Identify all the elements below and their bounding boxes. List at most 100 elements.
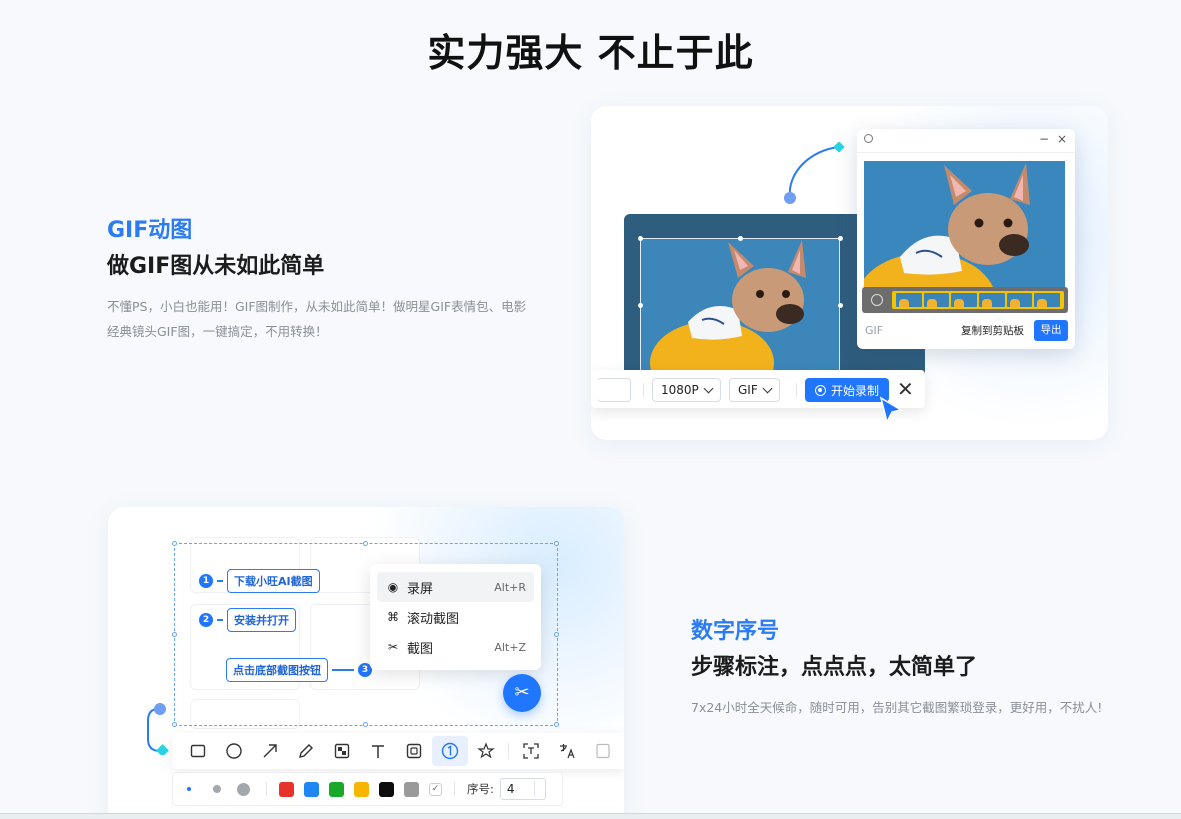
arrow-icon[interactable]: [252, 736, 288, 766]
record-icon: [814, 384, 826, 396]
frame-thumbnail: [923, 293, 950, 307]
screenshot-fab-button[interactable]: ✂: [503, 674, 541, 712]
format-dropdown[interactable]: GIF: [729, 378, 780, 402]
frame-strip: [892, 291, 1064, 309]
color-swatch-green[interactable]: [329, 781, 344, 797]
numbering-feature-text: 数字序号 步骤标注，点点点，太简单了 7x24小时全天候命，随时可用，告别其它截…: [691, 613, 1111, 720]
start-recording-button[interactable]: 开始录制: [805, 378, 889, 402]
more-icon[interactable]: [585, 736, 621, 766]
gif-frame-timeline[interactable]: [862, 287, 1068, 313]
gif-format-label: GIF: [865, 324, 884, 337]
gif-preview-window: − × GIF 复制到剪贴板 导出: [857, 129, 1075, 349]
bottom-edge: [0, 813, 1181, 819]
chevron-down-icon: [703, 383, 714, 393]
step-label: 点击底部截图按钮: [226, 658, 328, 682]
menu-item-label: 截图: [407, 641, 434, 657]
toolbar-divider: [508, 743, 509, 759]
recording-toolbar: 1080P GIF 开始录制 ✕: [591, 370, 925, 408]
capture-selection[interactable]: [638, 236, 843, 374]
text-icon[interactable]: [360, 736, 396, 766]
toolbar-divider: [266, 782, 267, 796]
pen-icon[interactable]: [288, 736, 324, 766]
frame-thumbnail: [896, 293, 922, 307]
number-icon[interactable]: [432, 736, 468, 766]
numbering-feature-accent-title: 数字序号: [691, 619, 780, 644]
annotation-toolbar: [172, 733, 624, 769]
menu-item-screenshot[interactable]: ✂ 截图 Alt+Z: [377, 632, 534, 662]
menu-item-scroll-capture[interactable]: ⌘ 滚动截图: [377, 602, 534, 632]
menu-item-record-screen[interactable]: ◉ 录屏 Alt+R: [377, 572, 534, 602]
toolbar-divider: [643, 383, 644, 397]
step-connector: [217, 580, 223, 582]
frame-thumbnail: [979, 293, 1005, 307]
mosaic-icon[interactable]: [324, 736, 360, 766]
gif-demo-card: 1080P GIF 开始录制 ✕ − × GIF 复制到剪贴板 导出: [591, 106, 1108, 440]
export-button[interactable]: 导出: [1034, 320, 1068, 341]
color-swatch-red[interactable]: [279, 781, 294, 797]
gif-feature-headline: 做GIF图从未如此简单: [107, 254, 325, 279]
gif-feature-description: 不懂PS，小白也能用！GIF图制作，从未如此简单！做明星GIF表情包、电影经典镜…: [107, 299, 527, 339]
step-label: 安装并打开: [227, 608, 296, 632]
menu-shortcut: Alt+R: [494, 580, 526, 594]
start-recording-label: 开始录制: [830, 383, 879, 398]
chevron-down-icon: [762, 383, 773, 393]
connector-curve: [147, 703, 169, 755]
frame-thumbnail: [951, 293, 978, 307]
ellipse-icon[interactable]: [216, 736, 252, 766]
resolution-dropdown[interactable]: 1080P: [652, 378, 721, 402]
minimize-icon[interactable]: −: [1039, 132, 1049, 146]
settings-icon[interactable]: [864, 134, 873, 143]
toolbar-divider: [796, 383, 797, 397]
menu-item-label: 录屏: [407, 581, 434, 597]
page-title: 实力强大 不止于此: [427, 31, 754, 75]
sequence-label: 序号:: [467, 782, 494, 796]
stroke-size-large[interactable]: [237, 782, 250, 796]
rectangle-icon[interactable]: [180, 736, 216, 766]
color-swatch-yellow[interactable]: [354, 781, 369, 797]
color-swatch-black[interactable]: [379, 781, 394, 797]
close-icon[interactable]: ×: [1057, 132, 1067, 146]
step-annotation-1[interactable]: 1 下载小旺AI截图: [199, 569, 320, 593]
numbering-demo-card: 1 下载小旺AI截图 2 安装并打开 点击底部截图按钮 3 ◉ 录屏 Alt+R…: [108, 507, 624, 819]
translate-icon[interactable]: [549, 736, 585, 766]
resolution-value: 1080P: [661, 383, 699, 397]
step-number-badge: 1: [199, 574, 213, 588]
sequence-number-input[interactable]: 4: [499, 778, 546, 800]
gif-feature-text: GIF动图 做GIF图从未如此简单 不懂PS，小白也能用！GIF图制作，从未如此…: [107, 212, 527, 344]
gif-window-titlebar: − ×: [857, 129, 1075, 153]
ocr-icon[interactable]: [513, 736, 549, 766]
frame-thumbnail: [1034, 293, 1061, 307]
format-value: GIF: [738, 383, 758, 397]
step-label: 下载小旺AI截图: [227, 569, 320, 593]
step-annotation-2[interactable]: 2 安装并打开: [199, 608, 296, 632]
pause-icon[interactable]: [871, 294, 883, 306]
style-options-bar: ✓ 序号: 4: [172, 772, 563, 806]
capture-context-menu: ◉ 录屏 Alt+R ⌘ 滚动截图 ✂ 截图 Alt+Z: [370, 564, 541, 670]
numbering-feature-description: 7x24小时全天候命，随时可用，告别其它截图繁琐登录，更好用，不扰人!: [691, 700, 1103, 715]
menu-shortcut: Alt+Z: [494, 640, 526, 654]
toolbar-divider: [454, 782, 455, 796]
step-annotation-3[interactable]: 点击底部截图按钮 3: [226, 658, 372, 682]
stroke-size-small[interactable]: [187, 787, 191, 791]
scissors-icon: ✂: [514, 682, 530, 703]
toolbar-stub: [597, 378, 631, 402]
frame-thumbnail: [1006, 293, 1033, 307]
gif-feature-accent-title: GIF动图: [107, 218, 193, 243]
color-swatch-blue[interactable]: [304, 781, 319, 797]
checkbox-icon[interactable]: ✓: [429, 782, 442, 796]
menu-item-label: 滚动截图: [407, 611, 460, 627]
connector-curve: [784, 142, 845, 204]
record-icon: ◉: [387, 580, 399, 594]
step-number-badge: 2: [199, 613, 213, 627]
copy-to-clipboard-button[interactable]: 复制到剪贴板: [957, 321, 1028, 341]
numbering-feature-headline: 步骤标注，点点点，太简单了: [691, 655, 978, 680]
step-connector: [332, 669, 354, 671]
scissors-icon: ✂: [387, 640, 399, 654]
mouse-cursor-icon: [879, 396, 903, 425]
step-connector: [217, 619, 223, 621]
color-swatch-gray[interactable]: [404, 781, 419, 797]
eraser-icon[interactable]: [396, 736, 432, 766]
scroll-capture-icon: ⌘: [387, 610, 399, 624]
magic-icon[interactable]: [468, 736, 504, 766]
stroke-size-medium[interactable]: [213, 785, 221, 793]
